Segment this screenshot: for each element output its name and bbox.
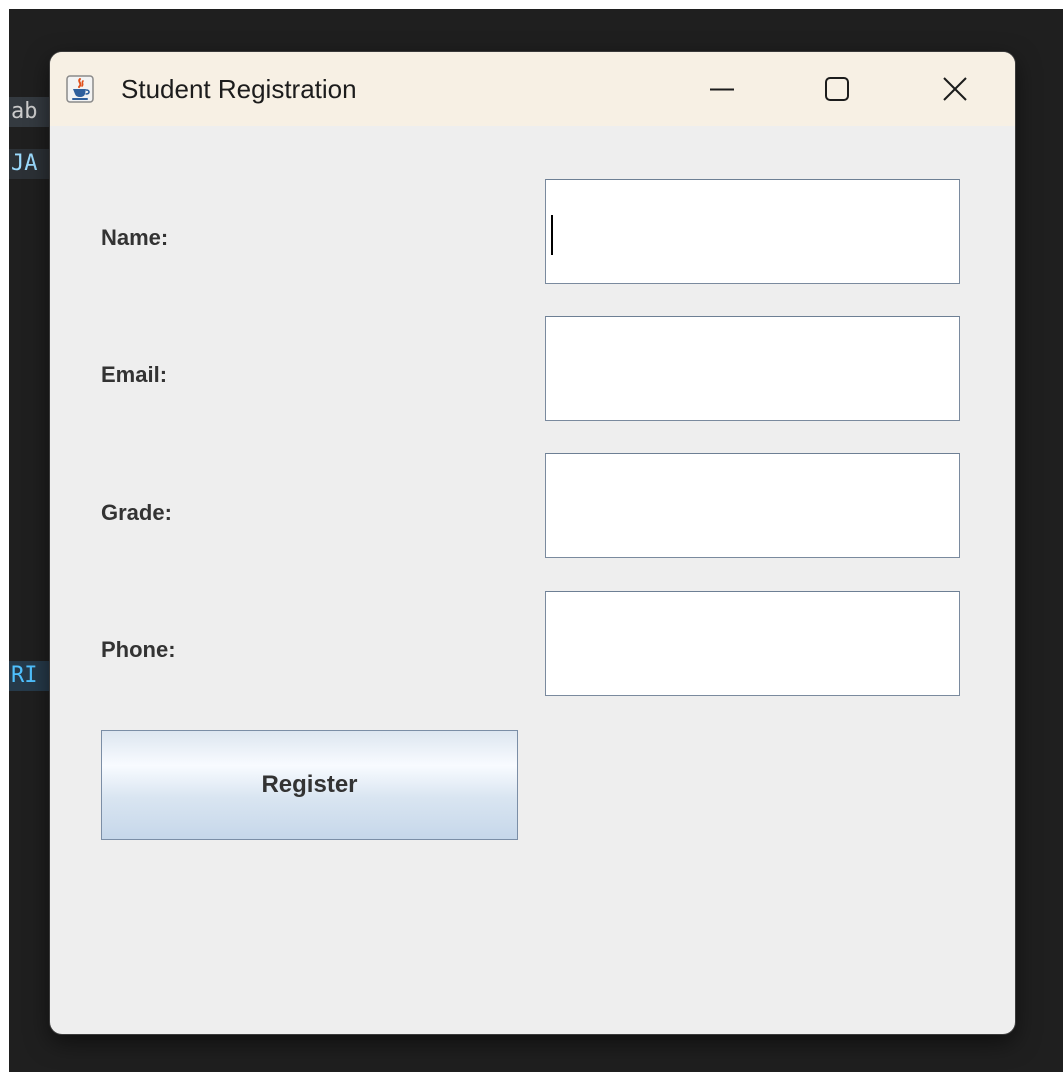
window-title: Student Registration <box>121 74 357 104</box>
grade-field[interactable] <box>545 453 960 558</box>
student-registration-window: Student Registration Name: Email: Grade:… <box>50 52 1015 1034</box>
phone-label: Phone: <box>101 637 176 662</box>
minimize-icon <box>710 88 734 91</box>
maximize-icon <box>825 77 849 101</box>
close-icon <box>943 77 967 101</box>
name-field[interactable] <box>545 179 960 284</box>
email-label: Email: <box>101 362 168 387</box>
text-caret <box>551 215 553 255</box>
register-button[interactable]: Register <box>101 730 518 840</box>
java-cup-icon[interactable] <box>66 75 94 103</box>
close-button[interactable] <box>915 66 995 112</box>
name-label: Name: <box>101 225 169 250</box>
phone-field[interactable] <box>545 591 960 696</box>
email-field[interactable] <box>545 316 960 421</box>
minimize-button[interactable] <box>682 66 762 112</box>
title-bar[interactable]: Student Registration <box>50 52 1015 126</box>
maximize-button[interactable] <box>797 66 877 112</box>
grade-label: Grade: <box>101 500 172 525</box>
